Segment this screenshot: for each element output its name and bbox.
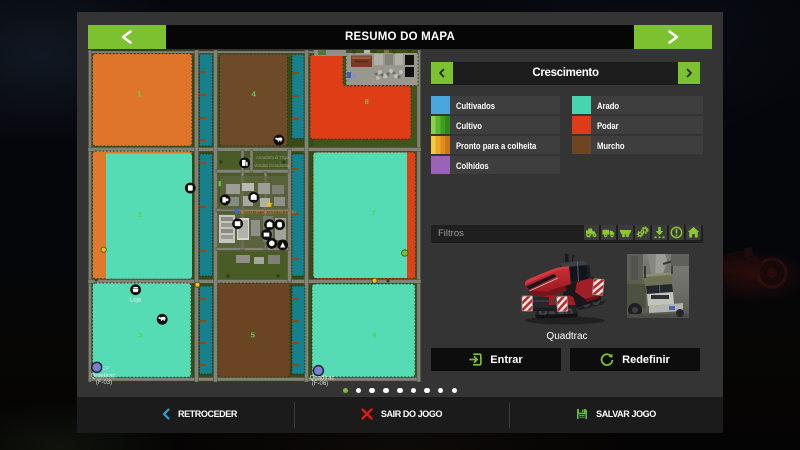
svg-text:Armazem di Trigo: Armazem di Trigo (256, 155, 289, 160)
svg-text:CP: CP (102, 366, 110, 372)
svg-text:Quadtrac: Quadtrac (91, 374, 116, 380)
svg-text:6: 6 (372, 331, 376, 340)
svg-text:3: 3 (138, 331, 142, 340)
svg-text:Loja: Loja (130, 298, 142, 304)
svg-text:8: 8 (365, 97, 369, 106)
svg-text:2: 2 (138, 210, 142, 219)
svg-text:5: 5 (251, 331, 255, 340)
svg-text:7: 7 (371, 209, 375, 218)
svg-text:Fábrica de Biogás McLean: Fábrica de Biogás McLean (236, 210, 296, 216)
svg-text:1: 1 (137, 90, 141, 99)
svg-text:Vendas Geradoras: Vendas Geradoras (254, 163, 289, 168)
